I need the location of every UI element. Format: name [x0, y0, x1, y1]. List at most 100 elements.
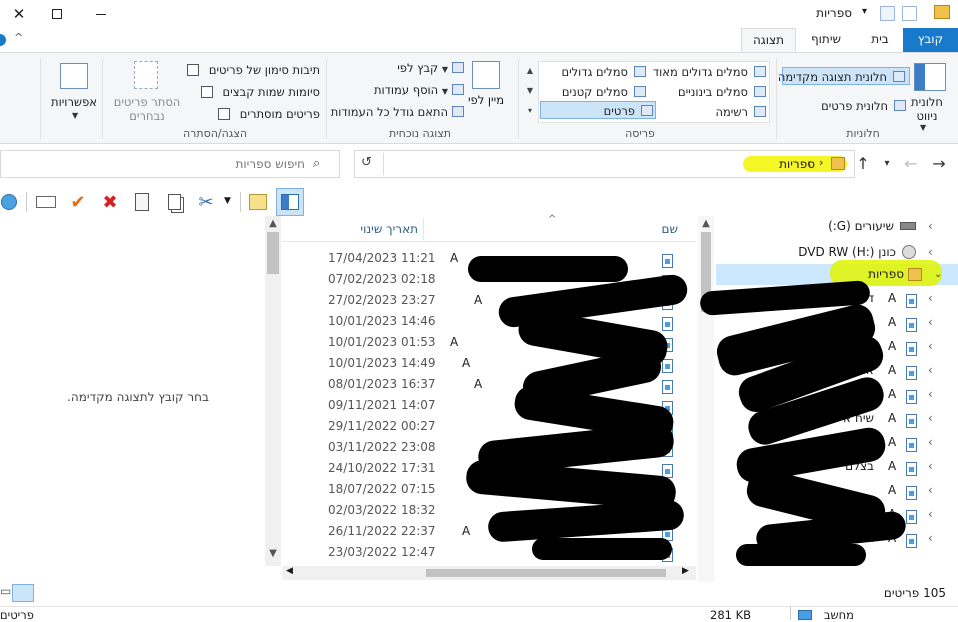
checkmark-icon[interactable]: ✔ [66, 190, 90, 214]
qat-properties-icon[interactable] [880, 6, 895, 21]
recent-locations-button[interactable]: ▾ [876, 158, 898, 169]
help-icon[interactable] [0, 34, 6, 46]
hide-selected-button[interactable]: הסתר פריטים נבחרים [108, 95, 186, 123]
tiles-view-icon[interactable]: ▭ [0, 584, 11, 598]
item-attribute: A [888, 339, 897, 353]
search-input[interactable]: חיפוש ספריות [141, 157, 306, 171]
layout-small-icons[interactable]: סמלים קטנים [548, 83, 648, 101]
nav-pane-scrollbar[interactable]: ▲ [698, 216, 714, 582]
divider [423, 218, 424, 240]
sort-by-icon[interactable] [472, 61, 500, 89]
mail-icon[interactable] [34, 190, 58, 214]
file-date: 17/04/2023 11:21 [328, 251, 436, 265]
navigation-pane-dropdown-icon[interactable]: ▼ [920, 123, 926, 132]
tab-home[interactable]: בית [858, 28, 902, 52]
maximize-icon [52, 9, 62, 19]
item-attribute: A [888, 363, 897, 377]
toolbar-dropdown-icon[interactable]: ▼ [224, 196, 231, 206]
library-item-icon [906, 438, 917, 452]
delete-icon[interactable]: ✖ [98, 190, 122, 214]
folder-details-icon[interactable] [246, 190, 270, 214]
divider [26, 192, 27, 212]
collapse-ribbon-icon[interactable]: ^ [14, 31, 23, 44]
item-attribute: A [888, 483, 897, 497]
address-path[interactable]: ספריות [755, 157, 815, 171]
scroll-left-icon[interactable]: ◀ [286, 566, 293, 576]
sort-by-button[interactable]: מיין לפי [466, 93, 506, 107]
scrollbar-thumb[interactable] [426, 569, 666, 577]
computer-icon [798, 610, 812, 620]
up-button[interactable]: ↑ [852, 154, 874, 173]
close-button[interactable]: ✕ [0, 0, 38, 28]
file-date: 10/01/2023 01:53 [328, 335, 436, 349]
copy-icon[interactable] [162, 190, 186, 214]
file-date: 27/02/2023 23:27 [328, 293, 436, 307]
scrollbar-thumb[interactable] [267, 232, 279, 274]
search-box[interactable]: ⌕ חיפוש ספריות [0, 150, 340, 178]
paste-icon[interactable] [130, 190, 154, 214]
scroll-down-icon[interactable]: ▼ [265, 546, 281, 562]
hidden-items-toggle[interactable]: פריטים מוסתרים [200, 105, 320, 123]
column-header-date[interactable]: תאריך שינוי [302, 222, 418, 236]
details-pane-button[interactable]: חלונית פרטים [790, 97, 910, 115]
library-item-icon [906, 318, 917, 332]
layout-extra-large-icons[interactable]: סמלים גדולים מאוד [650, 63, 768, 81]
group-label-panes: חלוניות [846, 127, 880, 140]
tab-share[interactable]: שיתוף [798, 28, 854, 52]
item-count: 105 פריטים [883, 586, 946, 600]
checkbox[interactable] [200, 86, 213, 98]
file-date: 18/07/2022 07:15 [328, 482, 436, 496]
checkbox[interactable] [187, 64, 200, 76]
details-view-icon[interactable] [12, 584, 34, 602]
item-attribute: A [888, 459, 897, 473]
column-header-name[interactable]: שם [422, 222, 678, 236]
options-dropdown-icon[interactable]: ▼ [72, 111, 78, 120]
chevron-left-icon: ‹ [807, 157, 812, 170]
chevron-left-icon: ‹ [928, 435, 933, 449]
group-separator [40, 59, 41, 139]
checkbox[interactable] [218, 108, 231, 120]
forward-button[interactable]: ← [900, 154, 922, 173]
layout-gallery-scroll[interactable]: ▲ ▼ ▾ [524, 61, 536, 123]
qat-customize-icon[interactable]: ▾ [862, 6, 867, 17]
extra-large-icons-icon [754, 66, 766, 77]
preview-pane-button[interactable]: חלונית תצוגה מקדימה [778, 67, 910, 85]
size-all-columns-button[interactable]: התאם גודל כל העמודות [330, 103, 466, 121]
layout-list[interactable]: רשימה [650, 103, 768, 121]
size-columns-icon [452, 106, 464, 117]
file-icon [662, 317, 673, 331]
large-icons-icon [634, 66, 646, 77]
navigation-pane-icon[interactable] [914, 63, 946, 91]
medium-icons-icon [754, 86, 766, 97]
layout-medium-icons[interactable]: סמלים בינוניים [650, 83, 768, 101]
file-date: 07/02/2023 02:18 [328, 272, 436, 286]
globe-icon[interactable] [0, 190, 18, 214]
scroll-right-icon[interactable]: ▶ [682, 566, 689, 576]
add-columns-button[interactable]: ▼ הוסף עמודות [372, 81, 466, 99]
library-item-icon [906, 294, 917, 308]
item-checkboxes-toggle[interactable]: תיבות סימון של פריטים [180, 61, 320, 79]
scroll-up-icon[interactable]: ▲ [698, 216, 714, 232]
file-name-extensions-toggle[interactable]: סיומות שמות קבצים [190, 83, 320, 101]
minimize-button[interactable] [82, 0, 120, 28]
cut-icon[interactable]: ✂ [194, 190, 218, 214]
file-list-h-scrollbar[interactable]: ◀ ▶ [282, 566, 696, 580]
refresh-icon[interactable]: ↺ [361, 155, 372, 170]
layout-details[interactable]: פרטים [540, 101, 656, 119]
chevron-down-icon: ▾ [884, 158, 890, 169]
back-button[interactable]: → [928, 154, 950, 173]
maximize-button[interactable] [38, 0, 76, 28]
file-date: 10/01/2023 14:49 [328, 356, 436, 370]
address-bar[interactable]: › ספריות ‹ ↺ [354, 150, 855, 178]
preview-pane-toggle-icon[interactable] [276, 188, 304, 216]
nav-item-drive-g[interactable]: ‹ שיעורים (G:) [716, 216, 958, 237]
file-list-scrollbar[interactable]: ▲ ▼ [265, 216, 281, 566]
qat-new-folder-icon[interactable] [902, 6, 917, 21]
scroll-up-icon[interactable]: ▲ [265, 216, 281, 232]
options-button[interactable]: אפשרויות [44, 95, 104, 109]
layout-large-icons[interactable]: סמלים גדולים [548, 63, 648, 81]
file-attribute: A [462, 356, 471, 370]
tab-file[interactable]: קובץ [903, 28, 958, 52]
tab-view[interactable]: תצוגה [741, 28, 796, 53]
group-by-button[interactable]: ▼ קבץ לפי [380, 59, 466, 77]
